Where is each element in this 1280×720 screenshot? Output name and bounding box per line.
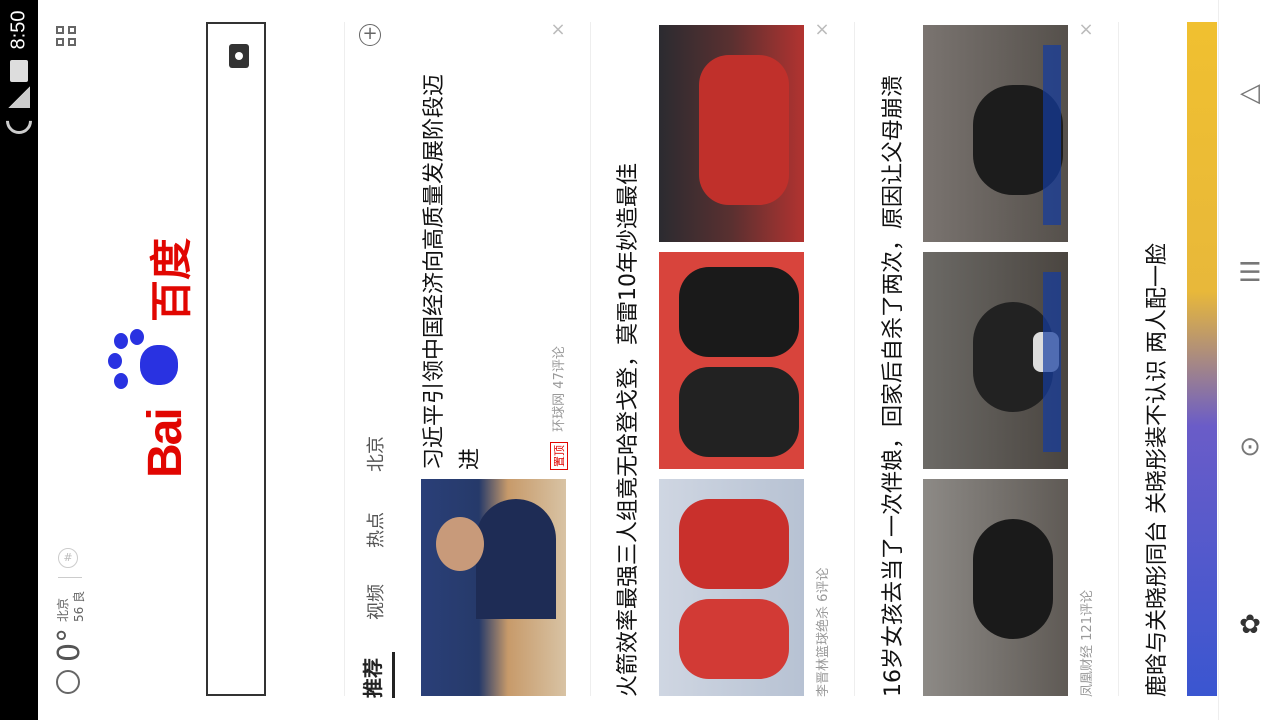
hash-icon[interactable]: # [58, 548, 78, 568]
news-thumbnail[interactable] [1187, 22, 1217, 696]
battery-icon [10, 60, 28, 82]
browser-screen: 8:50 0° 北京 56 良 # Bai 百度 推荐 视频 热点 北京 + 习… [0, 0, 1280, 720]
tab-video[interactable]: 视频 [362, 584, 388, 620]
news-source: 李晋林篮球绝杀 [816, 605, 831, 697]
status-bar: 8:50 [0, 0, 38, 720]
tab-beijing[interactable]: 北京 [362, 436, 388, 472]
air-quality: 56 良 [72, 590, 86, 622]
logo-du-text: 百度 [147, 237, 196, 322]
sun-icon[interactable] [56, 670, 80, 694]
news-comments: 121评论 [1080, 590, 1095, 641]
status-time: 8:50 [7, 10, 30, 50]
browser-toolbar: ◁ ☰ ⊙ ✿ [1218, 0, 1280, 720]
pinned-badge: 置顶 [550, 442, 568, 470]
weather-city: 北京 [56, 597, 70, 622]
active-tab-indicator [392, 652, 395, 698]
news-comments: 47评论 [552, 346, 567, 389]
news-comments: 6评论 [816, 567, 831, 602]
divider [854, 22, 855, 696]
news-title[interactable]: 习近平引领中国经济向高质量发展阶段迈 [418, 74, 452, 470]
plus-circle-icon[interactable]: + [359, 24, 381, 46]
news-thumbnail[interactable] [421, 479, 566, 696]
news-title[interactable]: 16岁女孩去当了一次伴娘，回家后自杀了两次，原因让父母崩溃 [877, 75, 911, 697]
back-icon[interactable]: ◁ [1235, 78, 1265, 108]
paw-icon [108, 325, 183, 400]
news-thumbnail[interactable] [923, 479, 1068, 696]
news-thumbnail[interactable] [923, 25, 1068, 242]
close-icon[interactable]: × [814, 21, 830, 39]
news-thumbnail[interactable] [659, 252, 804, 469]
news-title-cont[interactable]: 进 [454, 448, 488, 470]
news-thumbnail[interactable] [923, 252, 1068, 469]
temperature[interactable]: 0° [52, 628, 87, 662]
news-source: 环球网 [552, 392, 567, 432]
camera-icon[interactable] [229, 44, 249, 68]
bookmark-menu-icon[interactable]: ☰ [1235, 258, 1265, 288]
news-meta: 李晋林篮球绝杀 6评论 [812, 568, 831, 697]
news-title[interactable]: 火箭效率最强三人组竟无哈登戈登，莫雷10年妙造最佳 [612, 163, 646, 697]
divider [1118, 22, 1119, 696]
close-icon[interactable]: × [1078, 21, 1094, 39]
divider [590, 22, 591, 696]
home-icon[interactable]: ⊙ [1235, 432, 1265, 462]
signal-icon [8, 86, 30, 108]
tabs-divider [344, 22, 345, 696]
news-thumbnail[interactable] [659, 25, 804, 242]
news-source: 凤凰财经 [1080, 644, 1095, 697]
tab-recommended[interactable]: 推荐 [357, 658, 386, 698]
news-meta: 置顶 环球网 47评论 [548, 346, 568, 470]
grid-icon[interactable] [56, 26, 78, 48]
tab-hot[interactable]: 热点 [362, 512, 388, 548]
logo-bai-text: Bai [139, 409, 192, 478]
paw-icon[interactable]: ✿ [1235, 610, 1265, 640]
wifi-icon [0, 102, 38, 140]
search-input[interactable] [206, 22, 266, 696]
news-thumbnail[interactable] [659, 479, 804, 696]
close-icon[interactable]: × [550, 21, 566, 39]
news-meta: 凤凰财经 121评论 [1076, 590, 1095, 697]
divider [58, 577, 82, 578]
news-title[interactable]: 鹿晗与关晓彤同台 关晓彤装不认识 两人配一脸 [1141, 243, 1175, 697]
